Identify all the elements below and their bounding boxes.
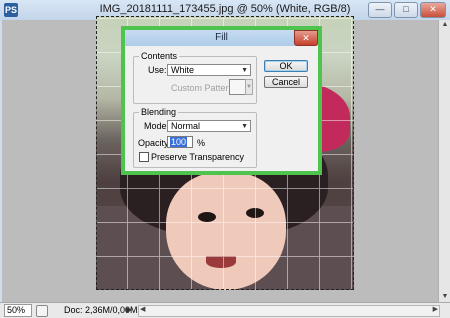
chevron-down-icon: ▼ xyxy=(241,123,248,130)
vertical-scrollbar[interactable]: ▲ ▼ xyxy=(438,20,450,302)
photoshop-app-icon: PS xyxy=(4,3,18,17)
horizontal-scrollbar[interactable]: ◀ ▶ xyxy=(138,305,440,317)
fill-dialog-body: Contents Use: White ▼ Custom Pattern: ▼ … xyxy=(125,46,318,171)
status-bar: 50% Doc: 2,36M/0,00M ▶ ◀ ▶ xyxy=(0,302,450,318)
close-window-button[interactable]: ✕ xyxy=(420,2,446,18)
scroll-left-arrow-icon[interactable]: ◀ xyxy=(140,305,145,313)
document-window: PS IMG_20181111_173455.jpg @ 50% (White,… xyxy=(0,0,450,318)
opacity-value: 100 xyxy=(170,137,188,147)
fill-dialog-titlebar[interactable]: Fill ✕ xyxy=(125,30,318,46)
use-label: Use: xyxy=(148,65,167,75)
zoom-level-field[interactable]: 50% xyxy=(4,304,32,317)
chevron-down-icon: ▼ xyxy=(241,67,248,74)
cancel-button[interactable]: Cancel xyxy=(264,76,308,88)
mode-select[interactable]: Normal ▼ xyxy=(167,120,251,132)
use-select-value: White xyxy=(171,65,195,75)
window-controls: — □ ✕ xyxy=(368,2,446,18)
scroll-right-arrow-icon[interactable]: ▶ xyxy=(433,305,438,313)
mode-select-value: Normal xyxy=(171,121,201,131)
preserve-transparency-label: Preserve Transparency xyxy=(151,152,245,162)
opacity-input[interactable]: 100 xyxy=(167,136,193,148)
opacity-unit: % xyxy=(197,138,206,148)
contents-group-label: Contents xyxy=(139,51,180,61)
use-select[interactable]: White ▼ xyxy=(167,64,251,76)
scroll-down-arrow-icon[interactable]: ▼ xyxy=(439,292,450,302)
status-info-icon[interactable] xyxy=(36,305,48,317)
fill-dialog-close-button[interactable]: ✕ xyxy=(294,30,318,46)
fill-dialog-title: Fill xyxy=(215,32,228,43)
mode-label: Mode: xyxy=(144,121,170,131)
maximize-button[interactable]: □ xyxy=(394,2,418,18)
preserve-transparency-checkbox[interactable] xyxy=(139,152,149,162)
scroll-up-arrow-icon[interactable]: ▲ xyxy=(439,20,450,30)
document-title: IMG_20181111_173455.jpg @ 50% (White, RG… xyxy=(99,3,351,15)
ok-button[interactable]: OK xyxy=(264,60,308,72)
custom-pattern-label: Custom Pattern: xyxy=(171,83,237,93)
custom-pattern-dropdown-icon: ▼ xyxy=(245,79,253,95)
status-menu-arrow-icon[interactable]: ▶ xyxy=(126,305,132,314)
fill-dialog: Fill ✕ Contents Use: White ▼ Custom Patt… xyxy=(121,26,322,175)
minimize-button[interactable]: — xyxy=(368,2,392,18)
blending-group-label: Blending xyxy=(139,107,179,117)
